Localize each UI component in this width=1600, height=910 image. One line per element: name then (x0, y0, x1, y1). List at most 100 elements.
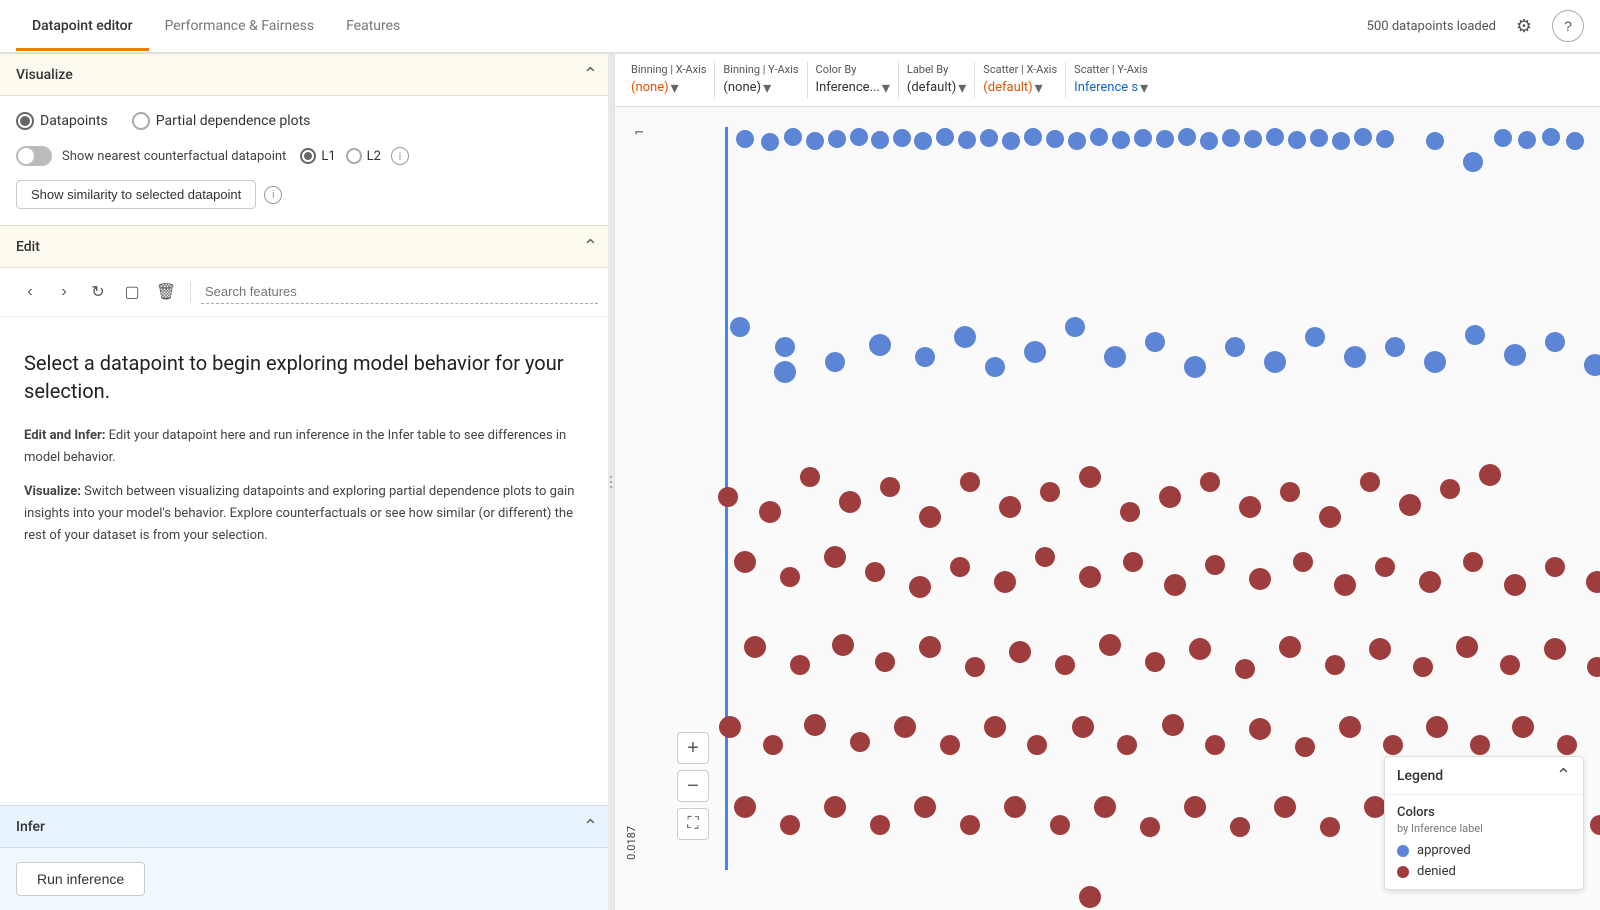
dot-red-b4[interactable] (875, 652, 895, 672)
fit-view-button[interactable]: ⛶ (677, 808, 709, 840)
dot-blue-m9[interactable] (1024, 341, 1046, 363)
dot-blue-m16[interactable] (1305, 327, 1325, 347)
dot-red-b5[interactable] (919, 636, 941, 658)
dot-red-17[interactable] (1360, 472, 1380, 492)
l1-option[interactable]: L1 (300, 148, 335, 164)
dot-blue-19[interactable] (1134, 129, 1152, 147)
search-features-input[interactable] (201, 280, 598, 304)
dot-blue-11[interactable] (958, 131, 976, 149)
dot-red-16[interactable] (1319, 506, 1341, 528)
dot-red-d3[interactable] (824, 796, 846, 818)
dot-red-b15[interactable] (1369, 638, 1391, 660)
dot-blue-32[interactable] (1463, 152, 1483, 172)
zoom-in-button[interactable]: + (677, 732, 709, 764)
dot-red-8[interactable] (999, 496, 1021, 518)
dot-red-19[interactable] (1440, 479, 1460, 499)
dot-red-c15[interactable] (1339, 716, 1361, 738)
dot-red-d6[interactable] (960, 815, 980, 835)
dot-blue-21[interactable] (1178, 128, 1196, 146)
dot-blue-33[interactable] (1494, 129, 1512, 147)
dot-blue-25[interactable] (1266, 128, 1284, 146)
dot-blue-5[interactable] (828, 130, 846, 148)
dot-blue-16[interactable] (1068, 132, 1086, 150)
redo-forward-btn[interactable]: › (50, 278, 78, 306)
dot-red-b20[interactable] (1587, 657, 1600, 677)
dot-red-6[interactable] (919, 506, 941, 528)
dot-blue-17[interactable] (1090, 128, 1108, 146)
dot-red-b3[interactable] (832, 634, 854, 656)
radio-partial-dependence[interactable]: Partial dependence plots (132, 112, 311, 130)
dot-red-b11[interactable] (1189, 638, 1211, 660)
dot-red-3[interactable] (800, 467, 820, 487)
dot-red-d10[interactable] (1140, 817, 1160, 837)
dot-blue-m8[interactable] (985, 357, 1005, 377)
dot-blue-m1[interactable] (730, 317, 750, 337)
dot-red-b19[interactable] (1544, 638, 1566, 660)
dot-blue-23[interactable] (1222, 129, 1240, 147)
dot-red-b8[interactable] (1055, 655, 1075, 675)
dot-blue-m11[interactable] (1104, 346, 1126, 368)
dot-red-c7[interactable] (984, 716, 1006, 738)
dot-red-35[interactable] (1334, 574, 1356, 596)
dot-red-32[interactable] (1205, 555, 1225, 575)
dot-red-18[interactable] (1399, 494, 1421, 516)
zoom-out-button[interactable]: − (677, 770, 709, 802)
dot-red-31[interactable] (1164, 574, 1186, 596)
dot-red-b12[interactable] (1235, 659, 1255, 679)
l2-option[interactable]: L2 (346, 148, 381, 164)
dot-blue-m2[interactable] (775, 337, 795, 357)
dot-blue-m10[interactable] (1065, 317, 1085, 337)
dot-red-9[interactable] (1040, 482, 1060, 502)
dot-blue-26[interactable] (1288, 131, 1306, 149)
dot-blue-9[interactable] (914, 132, 932, 150)
dot-red-4[interactable] (839, 491, 861, 513)
dot-blue-10[interactable] (936, 128, 954, 146)
dot-red-d2[interactable] (780, 815, 800, 835)
dot-red-c8[interactable] (1027, 735, 1047, 755)
dot-red-10[interactable] (1079, 466, 1101, 488)
dot-blue-m21[interactable] (1504, 344, 1526, 366)
dot-red-26[interactable] (950, 557, 970, 577)
dropdown-binning-y[interactable]: Binning | Y-Axis (none) ▾ (723, 63, 798, 97)
dropdown-label-by[interactable]: Label By (default) ▾ (907, 63, 966, 97)
dot-red-23[interactable] (824, 546, 846, 568)
dot-blue-14[interactable] (1024, 128, 1042, 146)
dot-blue-20[interactable] (1156, 130, 1174, 148)
dot-red-30[interactable] (1123, 552, 1143, 572)
dot-red-c13[interactable] (1249, 718, 1271, 740)
dot-red-38[interactable] (1463, 552, 1483, 572)
nav-tab-datapoint-editor[interactable]: Datapoint editor (16, 4, 149, 51)
dot-blue-m20[interactable] (1465, 325, 1485, 345)
dot-blue-m13[interactable] (1184, 356, 1206, 378)
dot-blue-m19[interactable] (1424, 351, 1446, 373)
dot-red-c18[interactable] (1470, 735, 1490, 755)
dot-red-22[interactable] (780, 567, 800, 587)
dropdown-color-by[interactable]: Color By Inference... ▾ (816, 63, 890, 97)
dot-red-27[interactable] (994, 571, 1016, 593)
dot-red-b6[interactable] (965, 657, 985, 677)
copy-btn[interactable]: ▢ (118, 278, 146, 306)
dot-red-c3[interactable] (804, 714, 826, 736)
dot-red-b13[interactable] (1279, 636, 1301, 658)
dot-blue-7[interactable] (871, 131, 889, 149)
nav-tab-features[interactable]: Features (330, 4, 416, 48)
l-info-icon[interactable]: i (391, 147, 409, 165)
dot-blue-m6[interactable] (915, 347, 935, 367)
dot-red-d8[interactable] (1050, 815, 1070, 835)
dot-red-41[interactable] (1586, 571, 1600, 593)
dot-red-1[interactable] (718, 487, 738, 507)
dot-red-d7[interactable] (1004, 796, 1026, 818)
dot-blue-m17[interactable] (1344, 346, 1366, 368)
legend-header[interactable]: Legend ⌃ (1385, 757, 1583, 795)
infer-section-header[interactable]: Infer ⌃ (0, 805, 614, 848)
dropdown-scatter-x[interactable]: Scatter | X-Axis (default) ▾ (983, 63, 1057, 97)
dot-blue-m23[interactable] (1584, 354, 1600, 376)
dot-blue-22[interactable] (1200, 132, 1218, 150)
dot-blue-m15[interactable] (1264, 351, 1286, 373)
dot-red-24[interactable] (865, 562, 885, 582)
visualize-section-header[interactable]: Visualize ⌃ (0, 54, 614, 96)
dot-red-c1[interactable] (719, 716, 741, 738)
dot-blue-18[interactable] (1112, 131, 1130, 149)
dot-red-33[interactable] (1249, 568, 1271, 590)
dot-red-14[interactable] (1239, 496, 1261, 518)
